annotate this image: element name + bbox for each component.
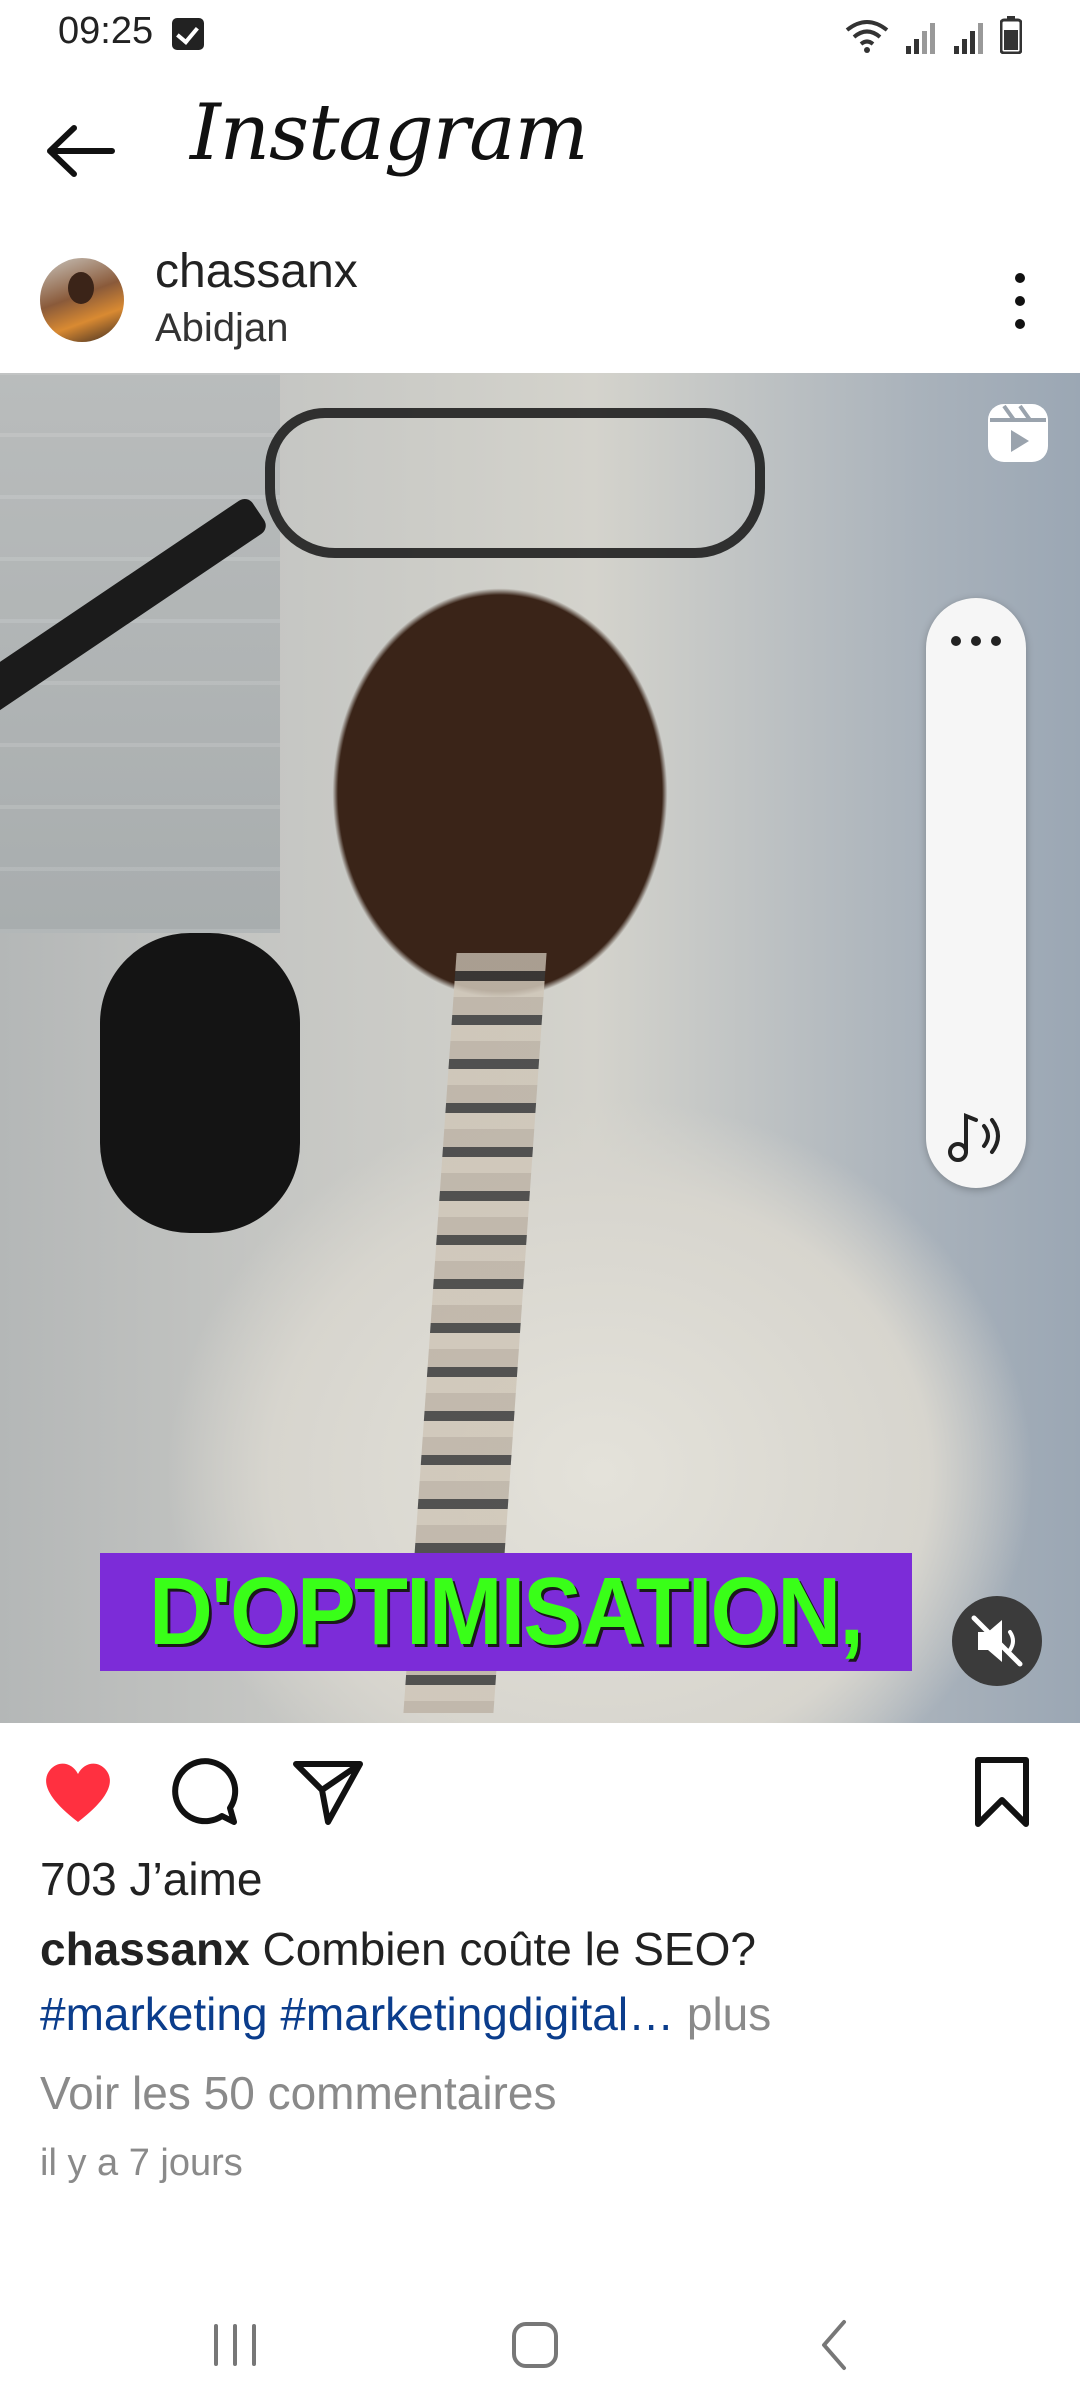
more-link[interactable]: plus <box>687 1988 771 2040</box>
signal-icon <box>954 23 983 54</box>
share-icon <box>293 1761 363 1825</box>
likes-count[interactable]: 703 J’aime <box>40 1852 262 1906</box>
heart-icon <box>46 1763 110 1822</box>
more-horizontal-icon[interactable] <box>948 618 1004 658</box>
nav-back-button[interactable] <box>790 2304 880 2384</box>
nav-back-icon <box>822 2320 846 2370</box>
save-button[interactable] <box>962 1752 1042 1832</box>
status-icons <box>844 14 1022 54</box>
back-button[interactable] <box>40 116 120 186</box>
post-username[interactable]: chassanx <box>155 244 358 299</box>
battery-icon <box>1000 16 1022 54</box>
checkbox-icon <box>172 18 204 50</box>
post-video[interactable] <box>0 373 1080 1723</box>
hashtags[interactable]: #marketing #marketingdigital… <box>40 1988 674 2040</box>
bookmark-icon <box>975 1757 1029 1827</box>
post-time: il y a 7 jours <box>40 2142 243 2184</box>
more-vertical-icon <box>1015 273 1025 329</box>
caption-username[interactable]: chassanx <box>40 1923 250 1975</box>
nav-home-button[interactable] <box>490 2304 580 2384</box>
side-panel[interactable] <box>926 598 1026 1188</box>
comment-button[interactable] <box>164 1752 244 1832</box>
nav-recents-button[interactable] <box>190 2304 280 2384</box>
microphone <box>100 933 300 1233</box>
caption-text: Combien coûte le SEO? <box>262 1923 756 1975</box>
reels-icon <box>986 402 1050 464</box>
audio-icon[interactable] <box>946 1108 1010 1164</box>
video-caption-overlay: D'OPTIMISATION, <box>100 1553 912 1671</box>
share-button[interactable] <box>288 1752 368 1832</box>
glasses <box>265 408 765 558</box>
video-caption-text: D'OPTIMISATION, <box>149 1558 864 1665</box>
signal-icon <box>906 23 935 54</box>
muted-icon <box>971 1615 1023 1667</box>
home-icon <box>512 2322 558 2368</box>
app-title: Instagram <box>190 88 589 178</box>
mute-button[interactable] <box>952 1596 1042 1686</box>
comment-icon <box>172 1758 239 1825</box>
post-caption: chassanx Combien coûte le SEO? <box>40 1922 756 1976</box>
wifi-icon <box>845 20 889 53</box>
post-options-button[interactable] <box>1000 268 1040 334</box>
back-arrow-icon <box>47 125 115 177</box>
status-time: 09:25 <box>58 10 154 52</box>
avatar[interactable] <box>40 258 124 342</box>
post-location[interactable]: Abidjan <box>155 306 288 351</box>
recents-icon <box>214 2324 256 2366</box>
caption-hashtags-line: #marketing #marketingdigital… plus <box>40 1987 771 2041</box>
view-comments-link[interactable]: Voir les 50 commentaires <box>40 2066 556 2120</box>
like-button[interactable] <box>38 1752 118 1832</box>
